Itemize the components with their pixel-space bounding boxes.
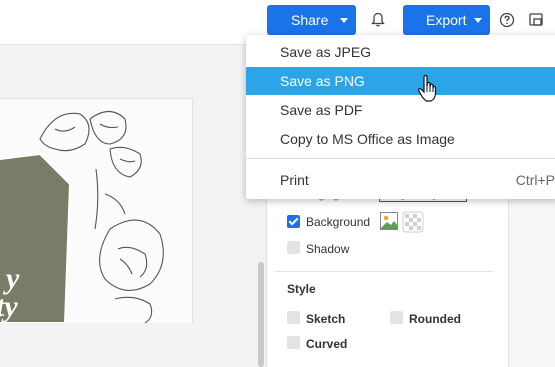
- panel-divider: [275, 271, 493, 272]
- curved-label: Curved: [306, 337, 348, 351]
- transparent-background-icon[interactable]: [402, 211, 424, 233]
- help-icon[interactable]: [498, 11, 516, 29]
- scrollbar-thumb[interactable]: [258, 262, 264, 367]
- print-shortcut: Ctrl+P: [515, 172, 555, 188]
- bell-icon[interactable]: [369, 11, 387, 29]
- share-button[interactable]: Share: [267, 5, 356, 35]
- image-icon[interactable]: [379, 211, 399, 231]
- export-menu: Save as JPEG Save as PNG Save as PDF Cop…: [246, 35, 555, 199]
- menu-item-copy-ms-office[interactable]: Copy to MS Office as Image: [246, 125, 555, 153]
- page-canvas[interactable]: y ty: [0, 98, 193, 323]
- export-button[interactable]: Export: [403, 5, 490, 35]
- menu-item-label: Save as PDF: [280, 102, 363, 118]
- sketch-checkbox[interactable]: [287, 311, 300, 324]
- style-heading: Style: [287, 282, 316, 296]
- menu-item-save-jpeg[interactable]: Save as JPEG: [246, 38, 555, 66]
- screen-icon[interactable]: [527, 11, 545, 29]
- sketch-label: Sketch: [306, 312, 346, 326]
- rounded-checkbox[interactable]: [390, 311, 403, 324]
- menu-item-print[interactable]: Print Ctrl+P: [246, 166, 555, 194]
- background-checkbox[interactable]: [287, 215, 300, 228]
- menu-item-save-pdf[interactable]: Save as PDF: [246, 96, 555, 124]
- menu-separator: [246, 158, 555, 159]
- shadow-label: Shadow: [306, 242, 350, 256]
- menu-item-label: Print: [280, 172, 309, 188]
- menu-item-save-png[interactable]: Save as PNG: [246, 67, 555, 95]
- background-label: Background: [306, 215, 371, 229]
- artwork-text-2: ty: [0, 290, 18, 323]
- hand-cursor-icon: [417, 75, 437, 102]
- menu-item-label: Save as JPEG: [280, 44, 372, 60]
- export-button-label: Export: [426, 12, 467, 28]
- chevron-down-icon: [340, 18, 348, 23]
- floral-artwork: y ty: [0, 110, 164, 323]
- share-button-label: Share: [291, 12, 329, 28]
- menu-item-label: Save as PNG: [280, 73, 365, 89]
- chevron-down-icon: [474, 18, 482, 23]
- curved-checkbox[interactable]: [287, 336, 300, 349]
- menu-item-label: Copy to MS Office as Image: [280, 131, 455, 147]
- shadow-checkbox[interactable]: [287, 241, 300, 254]
- rounded-label: Rounded: [409, 312, 461, 326]
